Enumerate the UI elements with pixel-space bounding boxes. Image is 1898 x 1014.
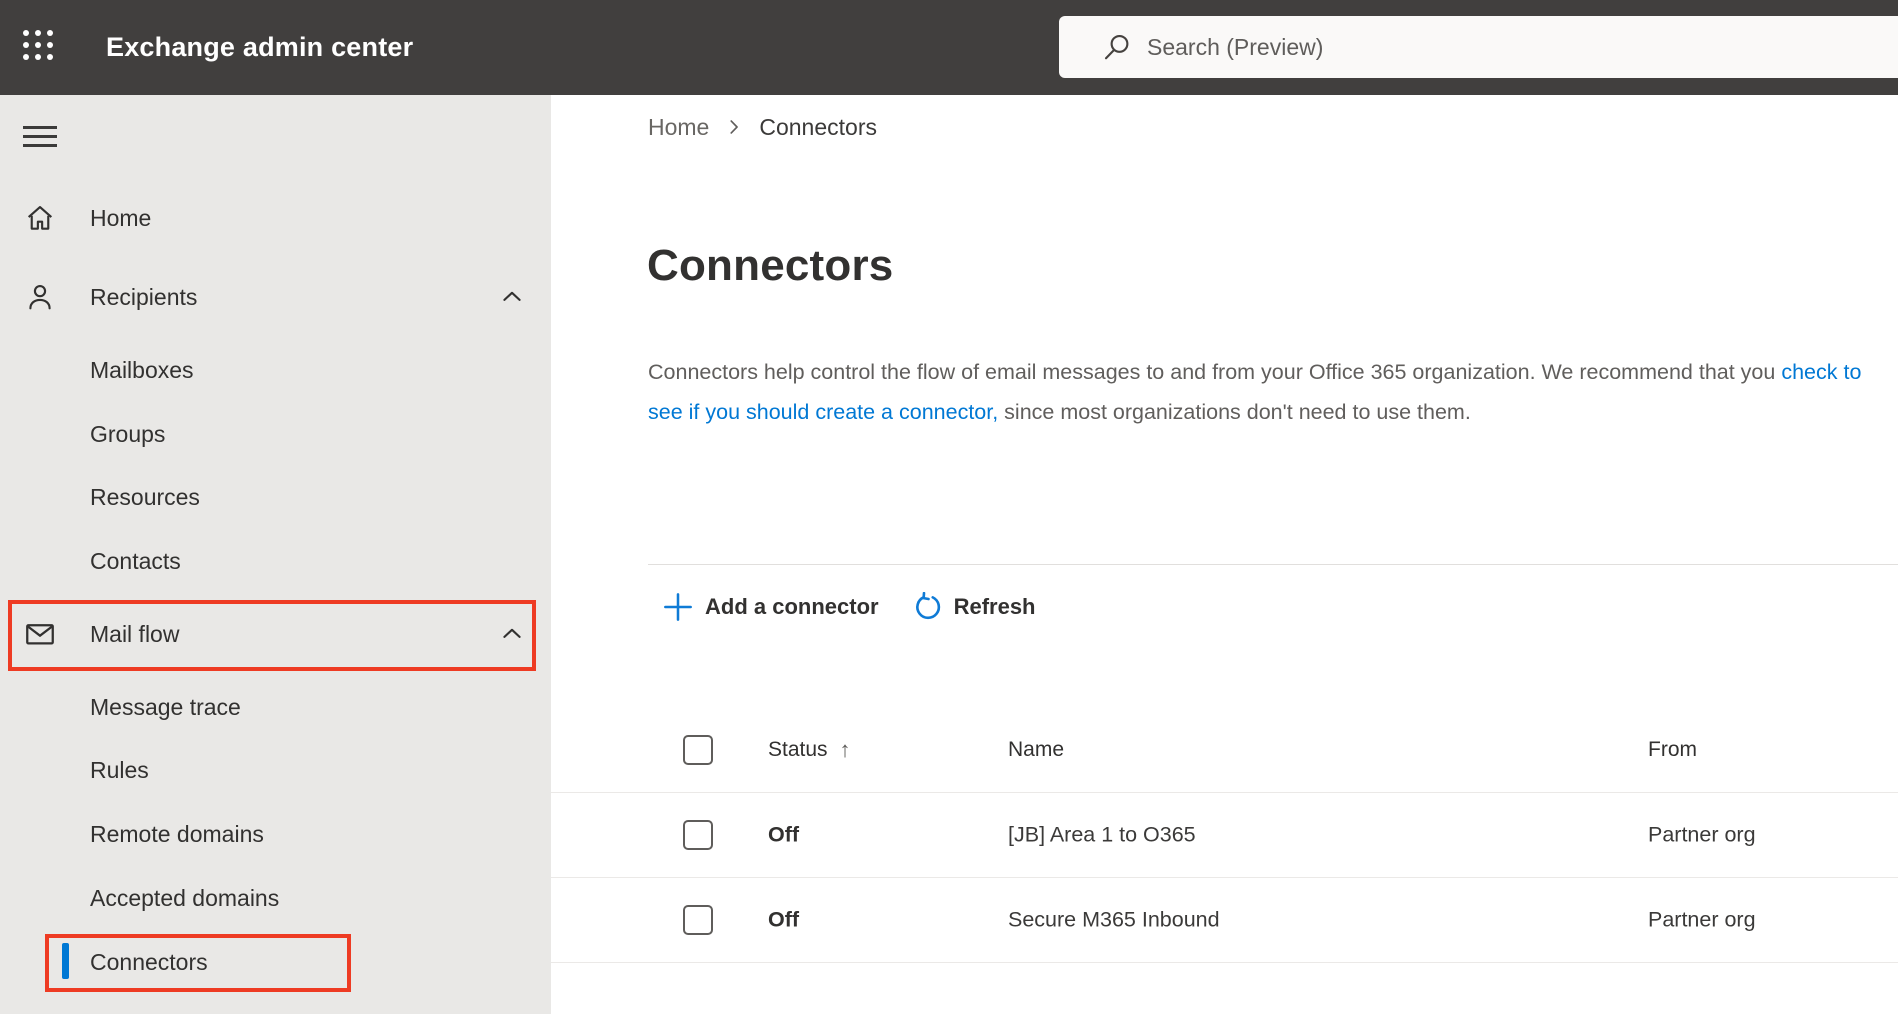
app-launcher-icon[interactable] [23,30,59,66]
connectors-table: Status ↑ Name From Off [JB] Area 1 to O3… [551,95,1898,1014]
table-row[interactable]: Off EU - mailstream-eu-primary.journalin… [551,962,1898,1014]
main-content: Home Connectors Connectors Connectors he… [551,95,1898,1014]
sidebar-item-contacts[interactable]: Contacts [0,529,551,593]
search-icon [1104,34,1129,60]
column-header-from[interactable]: From [1648,738,1697,762]
table-row[interactable]: Off Secure M365 Inbound Partner org [551,877,1898,962]
sidebar-item-recipients[interactable]: Recipients [0,265,551,329]
selected-item-indicator [62,943,69,979]
sidebar-item-resources[interactable]: Resources [0,465,551,529]
status-cell: Off [768,907,800,932]
sidebar-item-message-trace[interactable]: Message trace [0,675,551,739]
person-icon [23,280,57,314]
row-checkbox[interactable] [683,820,713,850]
select-all-checkbox[interactable] [683,735,713,765]
from-cell: Partner org [1648,907,1756,932]
column-header-name[interactable]: Name [1008,738,1064,762]
sidebar-item-rules[interactable]: Rules [0,738,551,802]
app-title: Exchange admin center [106,32,414,62]
name-cell[interactable]: Secure M365 Inbound [1008,908,1220,933]
status-cell: Off [768,822,800,847]
sidebar-item-mailboxes[interactable]: Mailboxes [0,338,551,402]
chevron-up-icon[interactable] [495,280,529,314]
sidebar-item-connectors[interactable]: Connectors [0,930,551,994]
from-cell: Partner org [1648,822,1756,847]
column-header-status[interactable]: Status ↑ [768,737,851,763]
home-icon [23,201,57,235]
chevron-up-icon[interactable] [495,617,529,651]
sidebar-item-groups[interactable]: Groups [0,402,551,466]
row-checkbox[interactable] [683,905,713,935]
top-app-bar: Exchange admin center [0,0,1898,95]
sidebar-item-home[interactable]: Home [0,186,551,250]
sidebar-item-remote-domains[interactable]: Remote domains [0,802,551,866]
search-box[interactable] [1059,16,1898,78]
search-input[interactable] [1147,16,1847,78]
table-row[interactable]: Off [JB] Area 1 to O365 Partner org [551,792,1898,877]
sidebar-item-mail-flow[interactable]: Mail flow [0,602,551,666]
hamburger-menu-icon[interactable] [23,126,57,148]
name-cell[interactable]: [JB] Area 1 to O365 [1008,823,1196,848]
envelope-icon [23,617,57,651]
sidebar-item-accepted-domains[interactable]: Accepted domains [0,866,551,930]
sort-ascending-icon: ↑ [839,737,851,762]
sidebar-nav: Home Recipients Mailboxes Groups Resourc… [0,95,551,1014]
